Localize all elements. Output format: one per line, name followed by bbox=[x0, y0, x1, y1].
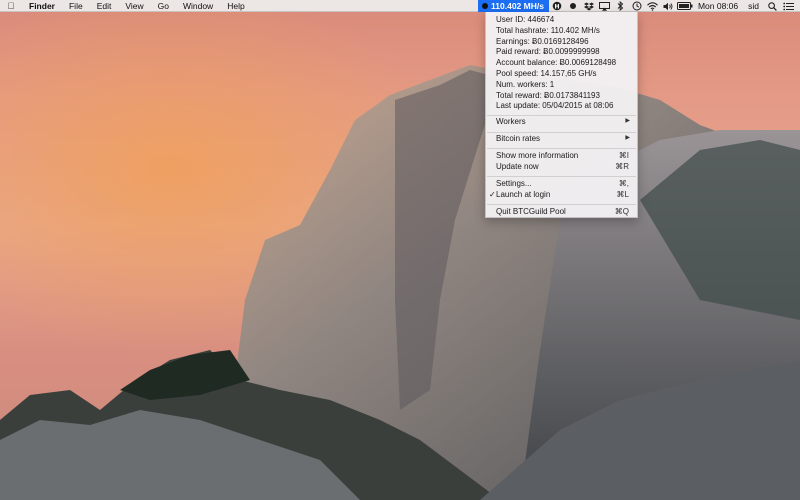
menu-item-show-more-label: Show more information bbox=[496, 151, 579, 160]
menu-file[interactable]: File bbox=[62, 0, 90, 12]
time-machine-icon[interactable] bbox=[629, 0, 645, 12]
menu-item-launch-at-login[interactable]: ✓ Launch at login ⌘L bbox=[486, 189, 637, 200]
menu-edit[interactable]: Edit bbox=[90, 0, 119, 12]
record-dot-icon[interactable] bbox=[565, 0, 581, 12]
menu-bar-user[interactable]: sid bbox=[743, 0, 764, 12]
volume-icon[interactable] bbox=[661, 0, 677, 12]
menu-item-workers-label: Workers bbox=[496, 117, 526, 126]
menu-bar-left:  Finder File Edit View Go Window Help bbox=[0, 0, 252, 12]
checkmark-icon: ✓ bbox=[489, 190, 496, 199]
btcguild-status-item[interactable]: 110.402 MH/s bbox=[478, 0, 549, 12]
menu-bar-clock[interactable]: Mon 08:06 bbox=[693, 0, 743, 12]
menu-item-show-more-information[interactable]: Show more information ⌘I bbox=[486, 150, 637, 161]
menu-item-quit[interactable]: Quit BTCGuild Pool ⌘Q bbox=[486, 206, 637, 217]
info-pool-speed: Pool speed: 14.157,65 GH/s bbox=[496, 68, 597, 78]
info-paid-reward: Paid reward: Ƀ0.0099999998 bbox=[496, 47, 600, 57]
info-account-balance: Account balance: Ƀ0.0069128498 bbox=[496, 58, 617, 68]
clipboard-app-icon[interactable]: H bbox=[549, 0, 565, 12]
info-total-hashrate: Total hashrate: 110.402 MH/s bbox=[496, 25, 600, 35]
desktop-wallpaper bbox=[0, 0, 800, 500]
menu-bar-right: 110.402 MH/s H Mon 08:06 sid bbox=[478, 0, 800, 12]
shortcut-settings: ⌘, bbox=[618, 179, 629, 188]
status-hashrate: 110.402 MH/s bbox=[491, 1, 544, 11]
submenu-arrow-icon: ▶ bbox=[625, 135, 630, 141]
menu-window[interactable]: Window bbox=[176, 0, 220, 12]
menu-separator bbox=[487, 148, 636, 149]
btcguild-dropdown-menu: User ID: 446674 Total hashrate: 110.402 … bbox=[485, 12, 638, 218]
submenu-arrow-icon: ▶ bbox=[625, 118, 630, 124]
shortcut-quit: ⌘Q bbox=[614, 207, 629, 216]
bluetooth-icon[interactable] bbox=[613, 0, 629, 12]
notification-center-icon[interactable] bbox=[780, 0, 796, 12]
shortcut-update-now: ⌘R bbox=[615, 162, 629, 171]
menu-go[interactable]: Go bbox=[151, 0, 176, 12]
spotlight-search-icon[interactable] bbox=[764, 0, 780, 12]
menu-item-update-now[interactable]: Update now ⌘R bbox=[486, 161, 637, 172]
info-earnings: Earnings: Ƀ0.0169128496 bbox=[496, 36, 589, 46]
menu-item-update-now-label: Update now bbox=[496, 162, 539, 171]
dropbox-icon[interactable] bbox=[581, 0, 597, 12]
status-dot-icon bbox=[482, 3, 489, 9]
shortcut-show-more: ⌘I bbox=[618, 151, 629, 160]
menu-separator bbox=[487, 204, 636, 205]
info-total-reward: Total reward: Ƀ0.0173841193 bbox=[496, 90, 600, 100]
menu-view[interactable]: View bbox=[118, 0, 150, 12]
menu-item-quit-label: Quit BTCGuild Pool bbox=[496, 207, 566, 216]
menu-item-workers[interactable]: Workers ▶ bbox=[486, 116, 637, 127]
menu-bar:  Finder File Edit View Go Window Help 1… bbox=[0, 0, 800, 12]
menu-help[interactable]: Help bbox=[220, 0, 251, 12]
info-last-update: Last update: 05/04/2015 at 08:06 bbox=[496, 101, 614, 111]
menu-item-settings-label: Settings... bbox=[496, 179, 532, 188]
apple-menu-icon[interactable]:  bbox=[0, 1, 22, 11]
menu-item-bitcoin-rates[interactable]: Bitcoin rates ▶ bbox=[486, 133, 637, 144]
battery-icon[interactable] bbox=[676, 0, 693, 12]
menu-app-finder[interactable]: Finder bbox=[22, 0, 62, 12]
wallpaper-mountain bbox=[0, 65, 800, 500]
airplay-icon[interactable] bbox=[597, 0, 613, 12]
pool-info-block: User ID: 446674 Total hashrate: 110.402 … bbox=[496, 15, 616, 112]
info-num-workers: Num. workers: 1 bbox=[496, 79, 555, 89]
menu-item-settings[interactable]: Settings... ⌘, bbox=[486, 178, 637, 189]
menu-item-bitcoin-rates-label: Bitcoin rates bbox=[496, 134, 541, 143]
menu-item-launch-at-login-label: Launch at login bbox=[496, 190, 551, 199]
shortcut-launch-at-login: ⌘L bbox=[616, 190, 629, 199]
info-user-id: User ID: 446674 bbox=[496, 15, 555, 24]
wifi-icon[interactable] bbox=[645, 0, 661, 12]
menu-separator bbox=[487, 176, 636, 177]
svg-text:H: H bbox=[554, 3, 559, 10]
